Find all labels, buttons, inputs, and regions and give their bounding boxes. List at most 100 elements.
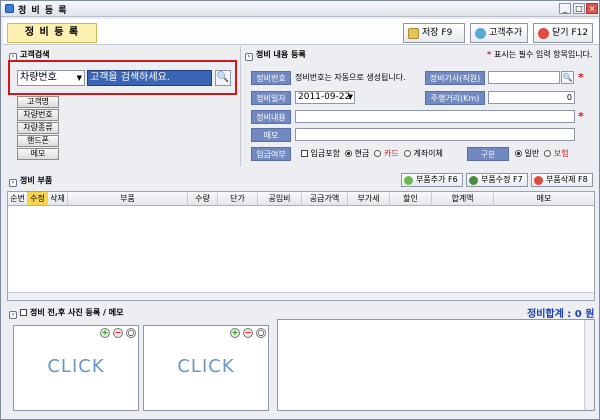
repair-date-picker[interactable]: 2011-09-22 ▼ [295, 91, 355, 104]
col-header[interactable]: 부가세 [348, 192, 390, 205]
section-divider [240, 46, 241, 166]
zoom-icon[interactable]: ○ [256, 328, 266, 338]
add-photo-icon[interactable]: + [230, 328, 240, 338]
close-window-button[interactable]: × [586, 3, 598, 14]
close-button[interactable]: 닫기 F12 [533, 23, 593, 43]
col-header[interactable]: 삭제 [48, 192, 68, 205]
search-icon: 🔍 [562, 73, 573, 82]
col-header[interactable]: 순번 [8, 192, 28, 205]
section-bullet-icon: › [9, 311, 17, 319]
photos-section-label: 정비 전,후 사진 등록 / 메모 [30, 308, 124, 317]
save-button[interactable]: 저장 F9 [403, 23, 465, 43]
delete-part-button[interactable]: 부품삭제 F8 [531, 173, 593, 187]
required-note-text: 표시는 필수 입력 항목입니다. [493, 50, 593, 59]
parts-grid[interactable]: 순번 수정 삭제 부품 수량 단가 공임비 공급가액 부가세 할인 합계액 메모 [7, 191, 595, 301]
title-bar: 정 비 등 록 _ □ × [1, 1, 599, 17]
customer-field-type: 차량종류 [17, 122, 59, 134]
customer-section-label: 고객검색 [20, 50, 50, 59]
save-label: 저장 F9 [422, 28, 453, 38]
horizontal-scrollbar[interactable] [8, 292, 594, 300]
page-title: 정 비 등 록 [7, 23, 97, 43]
toolbar: 정 비 등 록 저장 F9 고객추가 닫기 F12 [3, 19, 599, 45]
repair-date-value: 2011-09-22 [298, 92, 351, 102]
parts-section-label: 정비 부품 [20, 176, 53, 185]
photo-click-text: CLICK [47, 356, 105, 377]
repair-date-label: 정비일자 [251, 91, 291, 105]
vertical-scrollbar[interactable] [584, 320, 594, 410]
payment-card-radio[interactable] [374, 150, 382, 157]
minimize-button[interactable]: _ [559, 3, 571, 14]
payment-include-checkbox[interactable] [301, 150, 308, 157]
plus-icon [404, 176, 413, 185]
repair-memo-input[interactable] [295, 128, 575, 141]
col-header[interactable]: 공급가액 [302, 192, 348, 205]
add-customer-label: 고객추가 [489, 28, 523, 38]
add-customer-button[interactable]: 고객추가 [470, 23, 528, 43]
required-star-icon: * [487, 50, 494, 59]
mechanic-search-button[interactable]: 🔍 [561, 71, 574, 84]
type-normal-radio[interactable] [515, 150, 522, 157]
repair-memo-label: 메모 [251, 128, 291, 142]
col-header[interactable]: 수정 [28, 192, 48, 205]
repair-no-value: 정비번호는 자동으로 생성됩니다. [295, 73, 406, 82]
payment-include-label: 입금포함 [310, 149, 340, 158]
mileage-label: 주행거리(Km) [425, 91, 485, 105]
search-button[interactable]: 🔍 [215, 70, 231, 86]
col-header[interactable]: 부품 [68, 192, 188, 205]
photos-enable-checkbox[interactable] [20, 309, 27, 316]
type-label: 구분 [467, 147, 509, 161]
photo-before[interactable]: + − ○ CLICK [13, 325, 139, 411]
mechanic-input[interactable] [488, 71, 560, 84]
repair-content-label: 정비내용 [251, 110, 291, 124]
customer-field-name: 고객명 [17, 96, 59, 108]
remove-photo-icon[interactable]: − [243, 328, 253, 338]
add-part-button[interactable]: 부품추가 F6 [401, 173, 463, 187]
customer-field-plate: 차량번호 [17, 109, 59, 121]
app-icon [5, 4, 14, 13]
col-header[interactable]: 합계액 [432, 192, 494, 205]
app-window: 정 비 등 록 _ □ × 정 비 등 록 저장 F9 고객추가 닫기 F12 … [0, 0, 600, 420]
type-insurance-label: 보험 [553, 149, 569, 158]
col-header[interactable]: 단가 [218, 192, 258, 205]
required-note: * 표시는 필수 입력 항목입니다. [487, 49, 592, 60]
payment-transfer-radio[interactable] [403, 150, 411, 157]
chevron-down-icon: ▼ [347, 93, 353, 101]
col-header[interactable]: 할인 [390, 192, 432, 205]
payment-label: 입금여부 [251, 147, 291, 161]
user-icon [475, 28, 486, 39]
col-header[interactable]: 수량 [188, 192, 218, 205]
payment-cash-radio[interactable] [345, 150, 353, 157]
col-header[interactable]: 메모 [494, 192, 594, 205]
section-bullet-icon: › [245, 53, 253, 61]
search-input[interactable]: 고객을 검색하세요. [87, 70, 212, 86]
photos-section-title: › 정비 전,후 사진 등록 / 메모 [9, 307, 124, 319]
repair-content-input[interactable] [295, 110, 575, 123]
repair-section-title: › 정비 내용 등록 [245, 49, 306, 61]
add-photo-icon[interactable]: + [100, 328, 110, 338]
col-header[interactable]: 공임비 [258, 192, 302, 205]
remove-photo-icon[interactable]: − [113, 328, 123, 338]
section-bullet-icon: › [9, 179, 17, 187]
save-icon [408, 28, 419, 39]
window-title: 정 비 등 록 [18, 6, 68, 16]
photo-after[interactable]: + − ○ CLICK [143, 325, 269, 411]
type-insurance-radio[interactable] [544, 150, 552, 157]
search-type-select[interactable]: 차량번호 ▼ [17, 70, 85, 86]
required-star-icon: * [578, 71, 584, 84]
payment-options: 입금포함 현금 카드 계좌이체 [301, 148, 443, 159]
repair-section-label: 정비 내용 등록 [256, 50, 306, 59]
maximize-button[interactable]: □ [573, 3, 585, 14]
edit-icon [469, 176, 478, 185]
payment-cash-label: 현금 [354, 149, 370, 158]
type-normal-label: 일반 [524, 149, 540, 158]
customer-field-phone: 핸드폰 [17, 135, 59, 147]
zoom-icon[interactable]: ○ [126, 328, 136, 338]
payment-transfer-label: 계좌이체 [413, 149, 443, 158]
add-part-label: 부품추가 F6 [416, 175, 458, 184]
parts-section-title: › 정비 부품 [9, 175, 52, 187]
photo-memo-textarea[interactable] [277, 319, 595, 411]
edit-part-button[interactable]: 부품수정 F7 [466, 173, 528, 187]
mechanic-label: 정비기사(직원) [425, 71, 485, 85]
mileage-input[interactable]: 0 [488, 91, 575, 104]
delete-part-label: 부품삭제 F8 [546, 175, 588, 184]
